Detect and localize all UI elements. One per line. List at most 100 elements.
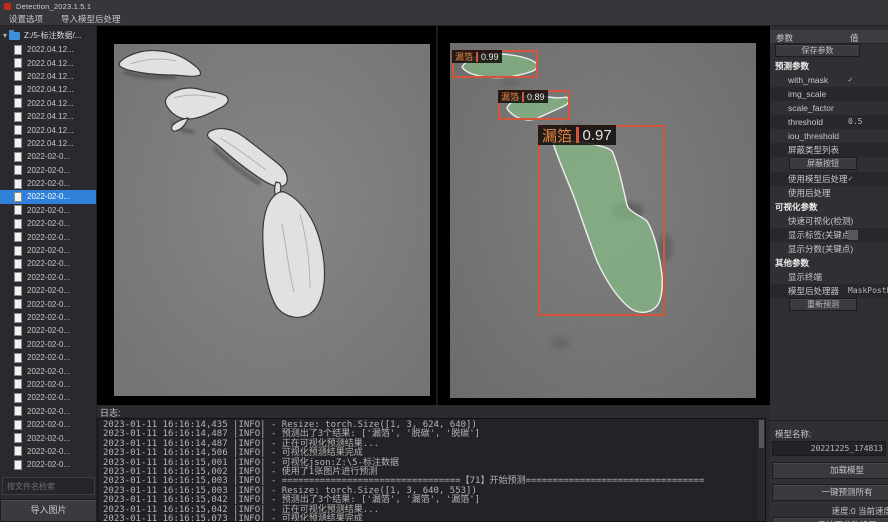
file-icon — [14, 339, 22, 349]
tree-item-label: 2022-02-0... — [27, 192, 70, 201]
tree-item-label: 2022-02-0... — [27, 313, 70, 322]
tree-item-label: 2022-02-0... — [27, 233, 70, 242]
tree-item[interactable]: 2022.04.12... — [0, 123, 97, 136]
tree-item[interactable]: 2022-02-0... — [0, 244, 97, 257]
tree-item[interactable]: 2022-02-0... — [0, 445, 97, 458]
tree-item[interactable]: 2022-02-0... — [0, 177, 97, 190]
tree-item[interactable]: 2022-02-0... — [0, 338, 97, 351]
log-scrollbar-thumb[interactable] — [759, 420, 764, 448]
param-row[interactable]: 屏蔽按钮 — [770, 157, 888, 172]
param-row[interactable]: scale_factor — [770, 101, 888, 115]
tree-item[interactable]: 2022-02-0... — [0, 190, 97, 203]
param-row[interactable]: 使用后处理 — [770, 186, 888, 200]
tree-root[interactable]: ▾ Z:/5-标注数据/... — [0, 29, 97, 42]
file-icon — [14, 152, 22, 162]
tree-item-label: 2022-02-0... — [27, 447, 70, 456]
tree-item[interactable]: 2022-02-0... — [0, 311, 97, 324]
file-icon — [14, 192, 22, 202]
model-name-label: 模型名称: — [775, 428, 811, 440]
window-title: Detection_2023.1.5.1 — [16, 2, 91, 11]
value-column-header: 值 — [850, 32, 859, 44]
menu-item[interactable]: 设置选项 — [9, 13, 43, 25]
tree-item[interactable]: 2022-02-0... — [0, 458, 97, 471]
tree-item-label: 2022-02-0... — [27, 367, 70, 376]
tree-item[interactable]: 2022.04.12... — [0, 70, 97, 83]
param-row[interactable]: 可视化参数 — [770, 200, 888, 214]
tree-item[interactable]: 2022-02-0... — [0, 257, 97, 270]
tree-item[interactable]: 2022.04.12... — [0, 56, 97, 69]
param-label: 可视化参数 — [775, 202, 818, 212]
file-icon — [14, 433, 22, 443]
tree-item[interactable]: 2022-02-0... — [0, 378, 97, 391]
param-row[interactable]: 快速可视化(检测) — [770, 214, 888, 228]
tree-item[interactable]: 2022-02-0... — [0, 324, 97, 337]
tree-item[interactable]: 2022.04.12... — [0, 137, 97, 150]
tree-item[interactable]: 2022-02-0... — [0, 391, 97, 404]
param-row[interactable]: iou_threshold — [770, 129, 888, 143]
tree-item[interactable]: 2022-02-0... — [0, 217, 97, 230]
predict-all-button[interactable]: 一键预测所有 — [772, 484, 888, 501]
import-image-button[interactable]: 导入图片 — [0, 499, 97, 522]
tree-item-label: 2022.04.12... — [27, 99, 74, 108]
log-output[interactable]: 2023-01-11 16:16:14,435 |INFO| - Resize:… — [97, 418, 766, 522]
file-icon — [14, 45, 22, 55]
tree-item[interactable]: 2022-02-0... — [0, 284, 97, 297]
tree-item-label: 2022-02-0... — [27, 179, 70, 188]
model-name-field[interactable]: 20221225_174813 — [772, 441, 886, 456]
tree-item[interactable]: 2022-02-0... — [0, 364, 97, 377]
param-row[interactable]: 使用模型后处理 ✓ — [770, 172, 888, 186]
param-value[interactable]: 0.5 — [848, 115, 862, 129]
param-row[interactable]: 显示终端 — [770, 270, 888, 284]
param-value[interactable]: ✓ — [848, 172, 853, 186]
param-value[interactable]: MaskPostPro — [848, 284, 888, 298]
file-icon — [14, 138, 22, 148]
tree-item[interactable]: 2022.04.12... — [0, 97, 97, 110]
menu-item[interactable]: 导入模型后处理 — [61, 13, 121, 25]
tree-item[interactable]: 2022-02-0... — [0, 150, 97, 163]
tree-item[interactable]: 2022-02-0... — [0, 351, 97, 364]
label-divider — [522, 92, 524, 102]
param-row[interactable]: 模型后处理器 MaskPostPro — [770, 284, 888, 298]
class-name: 漏箔 — [542, 125, 572, 146]
param-label: 预测参数 — [775, 61, 809, 71]
param-row[interactable]: 预测参数 — [770, 59, 888, 73]
tree-item[interactable]: 2022-02-0... — [0, 405, 97, 418]
tree-item[interactable]: 2022.04.12... — [0, 110, 97, 123]
tree-item[interactable]: 2022-02-0... — [0, 297, 97, 310]
param-row[interactable]: 显示分数(关键点) — [770, 242, 888, 256]
tree-item[interactable]: 2022-02-0... — [0, 418, 97, 431]
file-icon — [14, 420, 22, 430]
tree-item[interactable]: 2022-02-0... — [0, 431, 97, 444]
tree-item[interactable]: 2022-02-0... — [0, 204, 97, 217]
tree-item[interactable]: 2022.04.12... — [0, 43, 97, 56]
param-row[interactable]: 显示标签(关键点) — [770, 228, 888, 242]
tree-item-label: 2022-02-0... — [27, 326, 70, 335]
param-label: 显示标签(关键点) — [788, 230, 853, 240]
param-row[interactable]: with_mask ✓ — [770, 73, 888, 87]
search-input[interactable] — [2, 477, 95, 495]
param-value[interactable] — [848, 230, 858, 240]
tree-item[interactable]: 2022-02-0... — [0, 230, 97, 243]
param-row[interactable]: img_scale — [770, 87, 888, 101]
tree-item-label: 2022.04.12... — [27, 59, 74, 68]
menu-bar: 设置选项 导入模型后处理 — [0, 12, 888, 26]
param-label: 显示终端 — [788, 272, 822, 282]
param-value[interactable]: ✓ — [848, 73, 853, 87]
postprocess-settings-button[interactable]: 后处理参数设置 — [772, 517, 888, 522]
confidence-score: 0.99 — [481, 52, 499, 62]
image-canvas: 漏箔 0.99 漏箔 0.89 漏箔 0.97 — [97, 26, 770, 405]
param-row[interactable]: 重新预测 — [770, 298, 888, 313]
param-row[interactable]: 保存参数 — [770, 44, 888, 59]
tree-item[interactable]: 2022-02-0... — [0, 164, 97, 177]
param-row[interactable]: 其他参数 — [770, 256, 888, 270]
tree-item[interactable]: 2022-02-0... — [0, 271, 97, 284]
confidence-score: 0.97 — [583, 127, 612, 144]
tree-item[interactable]: 2022.04.12... — [0, 83, 97, 96]
tree-item-label: 2022-02-0... — [27, 219, 70, 228]
param-row[interactable]: threshold 0.5 — [770, 115, 888, 129]
load-model-button[interactable]: 加载模型 — [772, 462, 888, 479]
param-label: 屏蔽类型列表 — [788, 145, 839, 155]
param-label: img_scale — [788, 89, 826, 99]
log-scrollbar — [758, 419, 765, 521]
param-row[interactable]: 屏蔽类型列表 — [770, 143, 888, 157]
